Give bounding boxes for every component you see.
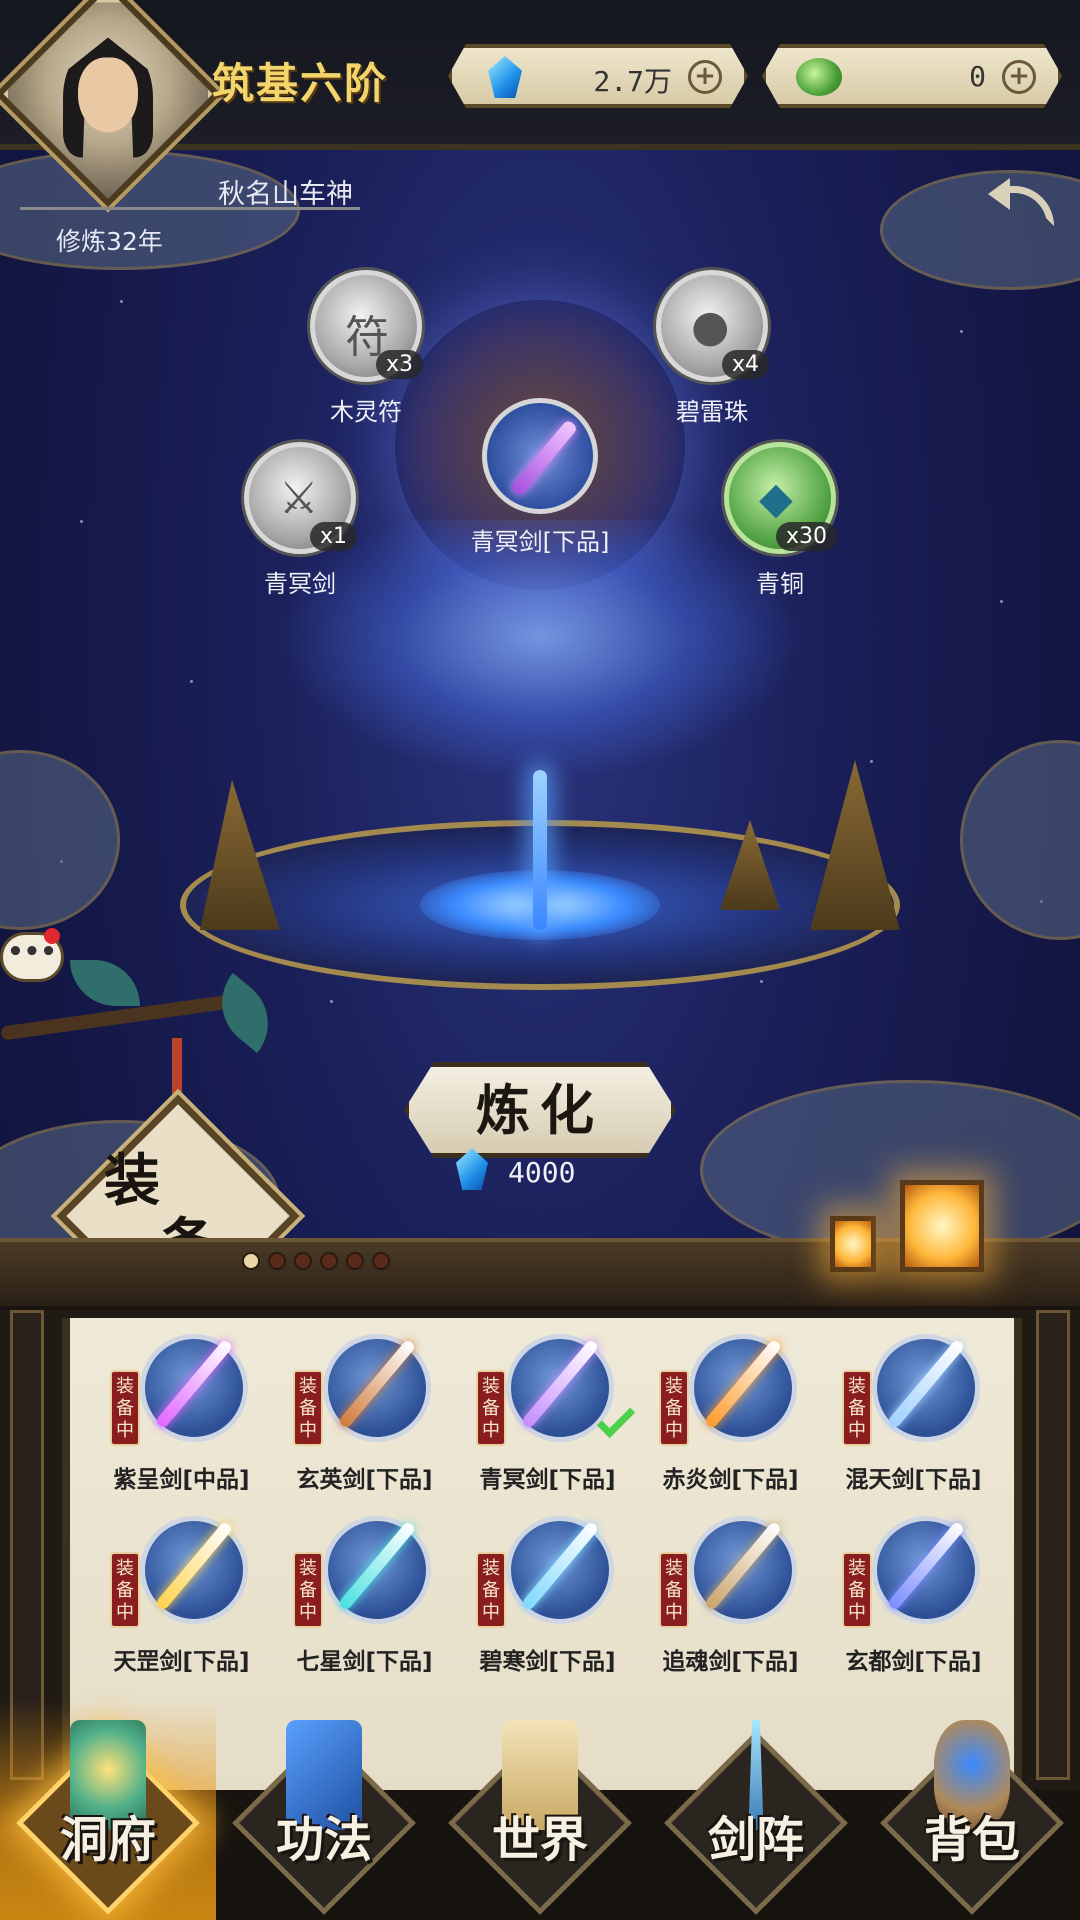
rock bbox=[810, 760, 900, 930]
leaf-decoration bbox=[70, 960, 140, 1006]
refine-target-name: 青冥剑[下品] bbox=[470, 528, 610, 556]
equipped-badge: 装 备 中 bbox=[842, 1552, 872, 1628]
item-name: 碧寒剑[下品] bbox=[479, 1649, 616, 1675]
nav-label: 功法 bbox=[275, 1812, 372, 1868]
item-name: 天罡剑[下品] bbox=[113, 1649, 250, 1675]
page-dot[interactable] bbox=[294, 1252, 312, 1270]
nav-label: 洞府 bbox=[59, 1812, 156, 1868]
equipment-grid: 装 备 中紫呈剑[中品] 装 备 中玄英剑[下品] 装 备 中青冥剑[下品] 装 备 … bbox=[90, 1330, 1010, 1675]
equipped-badge: 装 备 中 bbox=[842, 1370, 872, 1446]
item-name: 追魂剑[下品] bbox=[662, 1649, 799, 1675]
back-button[interactable] bbox=[988, 178, 1058, 238]
currency-value: 0 bbox=[969, 60, 986, 93]
add-gem-button[interactable]: + bbox=[688, 60, 722, 94]
equipment-item[interactable]: 装 备 中青冥剑[下品] bbox=[456, 1330, 639, 1493]
ingredient-label: 木灵符 bbox=[330, 398, 402, 426]
equipped-badge: 装 备 中 bbox=[110, 1370, 140, 1446]
ingredient-sword[interactable]: ⚔ x1 bbox=[244, 442, 357, 554]
nav-label: 世界 bbox=[491, 1812, 588, 1868]
equipped-badge: 装 备 中 bbox=[293, 1552, 323, 1628]
page-dot[interactable] bbox=[242, 1252, 260, 1270]
leaf-decoration bbox=[203, 972, 287, 1054]
ingredient-label: 青冥剑 bbox=[264, 570, 336, 598]
page-dot[interactable] bbox=[268, 1252, 286, 1270]
equipment-item[interactable]: 装 备 中天罡剑[下品] bbox=[90, 1512, 273, 1675]
equipment-item[interactable]: 装 备 中赤炎剑[下品] bbox=[639, 1330, 822, 1493]
item-name: 混天剑[下品] bbox=[845, 1467, 982, 1493]
nav-item-world[interactable]: 世界 bbox=[432, 1700, 648, 1920]
cultivation-realm: 筑基六阶 bbox=[212, 59, 389, 108]
refine-button-label: 炼化 bbox=[476, 1078, 604, 1142]
jade-coin-icon bbox=[796, 58, 842, 96]
lantern-icon bbox=[830, 1216, 876, 1272]
nav-item-sword-array[interactable]: 剑阵 bbox=[648, 1700, 864, 1920]
equipped-badge: 装 备 中 bbox=[110, 1552, 140, 1628]
item-name: 赤炎剑[下品] bbox=[662, 1467, 799, 1493]
equipment-tag-char: 装 bbox=[104, 1148, 160, 1214]
cloud-decoration bbox=[700, 1080, 1080, 1260]
page-dot[interactable] bbox=[372, 1252, 390, 1270]
ingredient-bronze[interactable]: ◆ x30 bbox=[724, 442, 837, 554]
equipped-badge: 装 备 中 bbox=[659, 1552, 689, 1628]
currency-jade: 0 + bbox=[762, 44, 1062, 108]
equipment-item[interactable]: 装 备 中玄都剑[下品] bbox=[822, 1512, 1005, 1675]
equipment-item[interactable]: 装 备 中碧寒剑[下品] bbox=[456, 1512, 639, 1675]
refine-button[interactable]: 炼化 bbox=[404, 1062, 676, 1158]
ingredient-thunder-pearl[interactable]: ● x4 bbox=[656, 270, 769, 382]
cloud-decoration bbox=[960, 740, 1080, 940]
avatar-face bbox=[78, 57, 138, 133]
page-indicator bbox=[242, 1252, 390, 1270]
ingredient-label: 碧雷珠 bbox=[676, 398, 748, 426]
ingredient-label: 青铜 bbox=[756, 570, 804, 598]
nav-item-cave-abode[interactable]: 洞府 bbox=[0, 1700, 216, 1920]
notification-dot bbox=[44, 928, 60, 944]
currency-value: 2.7万 bbox=[593, 65, 672, 98]
item-name: 青冥剑[下品] bbox=[479, 1467, 616, 1493]
spirit-flame bbox=[280, 520, 800, 780]
sword-icon: ⚔ bbox=[279, 473, 319, 524]
back-arrow-tip bbox=[988, 178, 1010, 210]
page-dot[interactable] bbox=[320, 1252, 338, 1270]
energy-beam bbox=[533, 770, 547, 930]
equipped-badge: 装 备 中 bbox=[659, 1370, 689, 1446]
equipment-item[interactable]: 装 备 中玄英剑[下品] bbox=[273, 1330, 456, 1493]
equipment-item[interactable]: 装 备 中七星剑[下品] bbox=[273, 1512, 456, 1675]
item-name: 玄英剑[下品] bbox=[296, 1467, 433, 1493]
cloud-decoration bbox=[0, 750, 120, 930]
ingredient-count: x30 bbox=[775, 522, 837, 551]
bronze-ore-icon: ◆ bbox=[759, 473, 793, 524]
blue-gem-icon bbox=[488, 56, 522, 98]
nav-label: 剑阵 bbox=[707, 1812, 804, 1868]
refine-cost: 4000 bbox=[508, 1156, 576, 1189]
equipped-badge: 装 备 中 bbox=[293, 1370, 323, 1446]
ingredient-count: x4 bbox=[721, 350, 769, 379]
equipment-item[interactable]: 装 备 中追魂剑[下品] bbox=[639, 1512, 822, 1675]
player-name: 秋名山车神 bbox=[218, 179, 353, 210]
ingredient-talisman[interactable]: 符 x3 bbox=[310, 270, 423, 382]
ingredient-count: x1 bbox=[309, 522, 357, 551]
equipped-badge: 装 备 中 bbox=[476, 1552, 506, 1628]
page-dot[interactable] bbox=[346, 1252, 364, 1270]
equipped-badge: 装 备 中 bbox=[476, 1370, 506, 1446]
item-name: 玄都剑[下品] bbox=[845, 1649, 982, 1675]
equipment-item[interactable]: 装 备 中紫呈剑[中品] bbox=[90, 1330, 273, 1493]
nav-item-scripture[interactable]: 功法 bbox=[216, 1700, 432, 1920]
item-name: 紫呈剑[中品] bbox=[113, 1467, 250, 1493]
nav-label: 背包 bbox=[923, 1812, 1020, 1868]
item-name: 七星剑[下品] bbox=[296, 1649, 433, 1675]
equipment-item[interactable]: 装 备 中混天剑[下品] bbox=[822, 1330, 1005, 1493]
refine-target-slot[interactable] bbox=[482, 398, 598, 514]
cultivation-years: 修炼32年 bbox=[56, 227, 163, 256]
add-jade-button[interactable]: + bbox=[1002, 60, 1036, 94]
nav-item-bag[interactable]: 背包 bbox=[864, 1700, 1080, 1920]
sword-icon bbox=[509, 419, 579, 497]
currency-gem: 2.7万 + bbox=[448, 44, 748, 108]
thunder-pearl-icon: ● bbox=[691, 301, 730, 352]
lantern-icon bbox=[900, 1180, 984, 1272]
ingredient-count: x3 bbox=[375, 350, 423, 379]
